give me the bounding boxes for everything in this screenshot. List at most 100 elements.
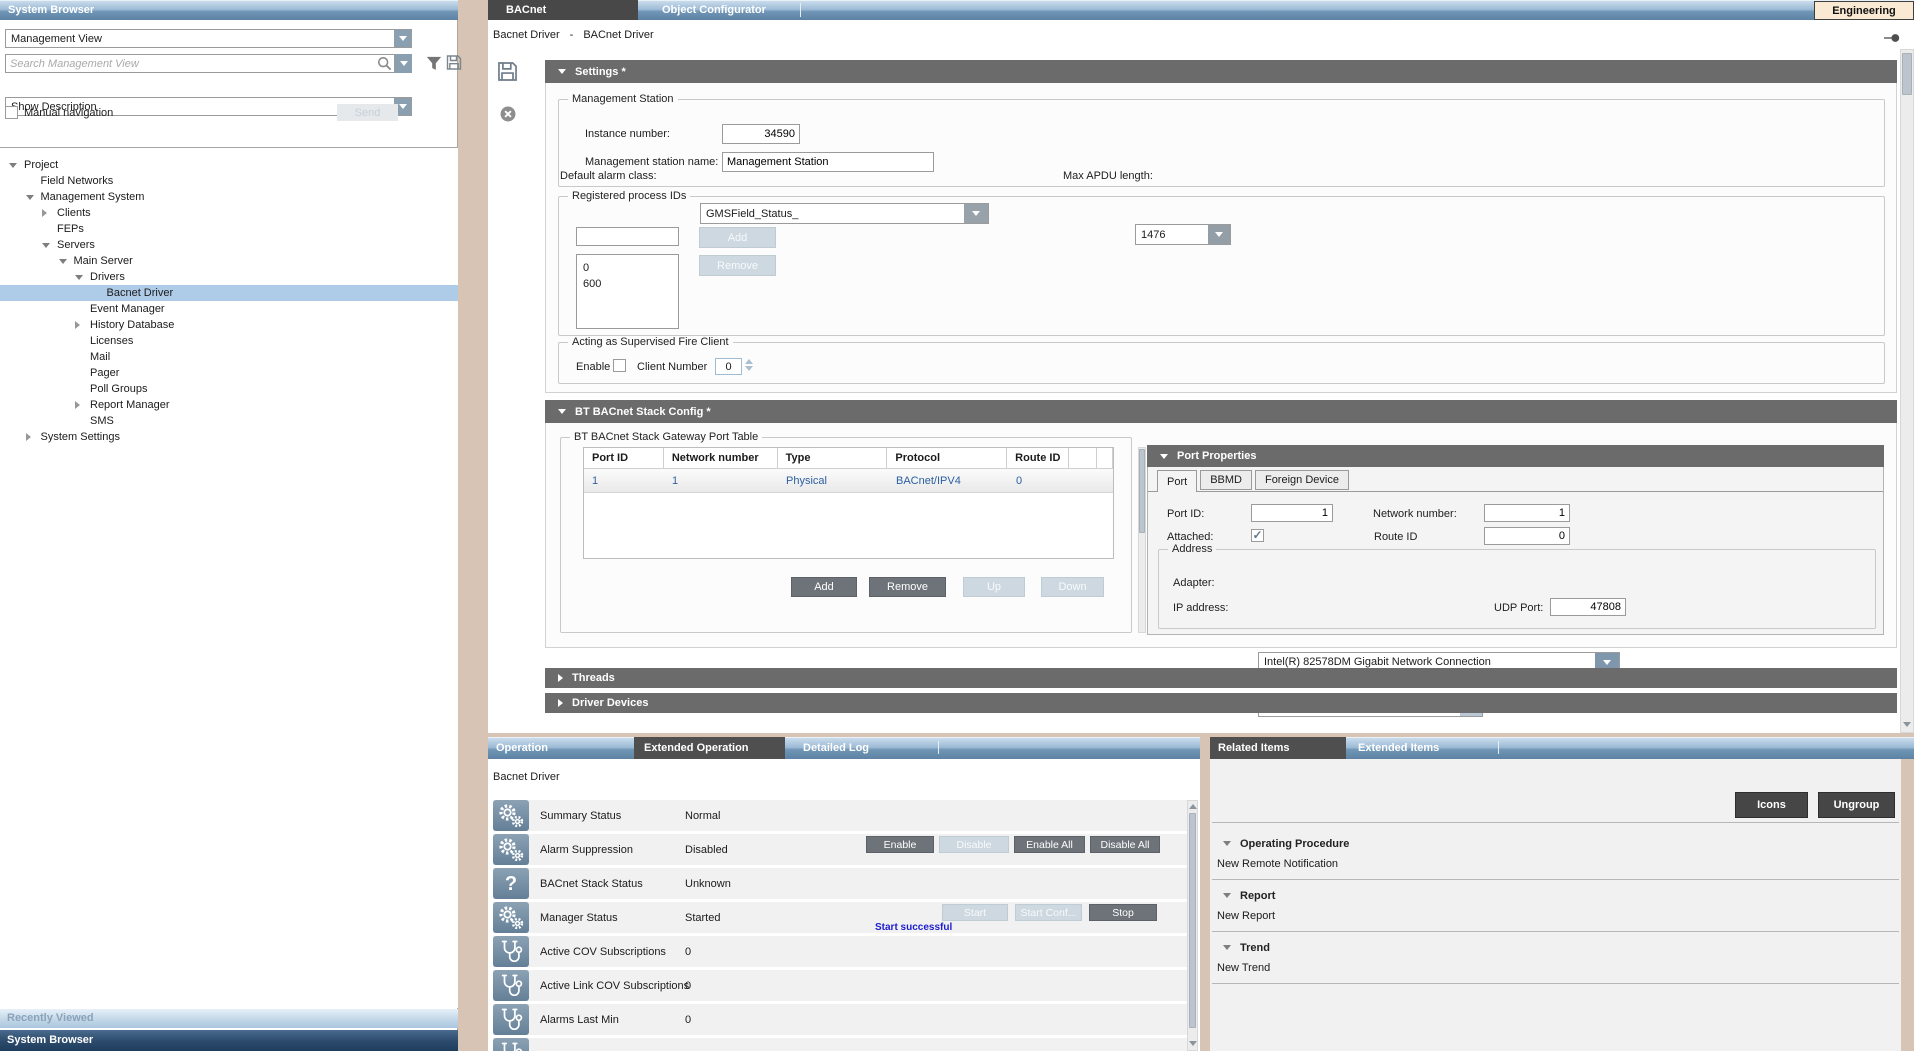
view-selector[interactable]: Management View: [5, 29, 412, 48]
tab-extended-items[interactable]: Extended Items: [1346, 737, 1498, 759]
tree-item-project[interactable]: Project: [0, 157, 458, 173]
attached-checkbox[interactable]: ✓: [1251, 529, 1264, 542]
table-scrollbar[interactable]: [1138, 447, 1146, 633]
tree-item-pager[interactable]: Pager: [0, 365, 458, 381]
tree-item-sms[interactable]: SMS: [0, 413, 458, 429]
tab-object-configurator[interactable]: Object Configurator: [638, 0, 798, 20]
related-item-link[interactable]: New Trend: [1212, 962, 1899, 974]
breadcrumb-node[interactable]: Bacnet Driver: [493, 29, 560, 41]
tab-related-items[interactable]: Related Items: [1210, 737, 1346, 759]
settings-section-header[interactable]: Settings *: [545, 60, 1897, 83]
process-id-item[interactable]: 0: [577, 260, 678, 276]
port-id-field[interactable]: [1251, 504, 1333, 522]
start-button[interactable]: Start: [942, 904, 1008, 921]
tree-item-report-manager[interactable]: Report Manager: [0, 397, 458, 413]
tab-operation[interactable]: Operation: [488, 737, 634, 759]
threads-section-header[interactable]: Threads: [545, 668, 1897, 688]
save-icon[interactable]: [497, 60, 518, 86]
send-button[interactable]: Send: [337, 104, 398, 121]
process-id-list[interactable]: 0600: [576, 254, 679, 329]
route-id-field[interactable]: [1484, 527, 1570, 545]
engineering-mode-badge[interactable]: Engineering: [1814, 1, 1914, 20]
tree-item-system-settings[interactable]: System Settings: [0, 429, 458, 445]
process-id-input[interactable]: [576, 227, 679, 246]
tree-item-servers[interactable]: Servers: [0, 237, 458, 253]
tab-bbmd[interactable]: BBMD: [1200, 470, 1252, 490]
up-button[interactable]: Up: [963, 577, 1025, 597]
chevron-down-icon[interactable]: [26, 195, 41, 200]
related-group-header[interactable]: Trend: [1212, 939, 1899, 956]
tree-item-field-networks[interactable]: Field Networks: [0, 173, 458, 189]
chevron-right-icon[interactable]: [42, 209, 57, 217]
station-name-field[interactable]: [722, 152, 934, 172]
breadcrumb-node[interactable]: BACnet Driver: [583, 29, 653, 41]
tree-item-feps[interactable]: FEPs: [0, 221, 458, 237]
tab-extended-operation[interactable]: Extended Operation: [634, 737, 785, 759]
tree-item-clients[interactable]: Clients: [0, 205, 458, 221]
tab-port[interactable]: Port: [1157, 470, 1197, 492]
client-number-stepper[interactable]: 0: [715, 358, 742, 375]
tree-item-main-server[interactable]: Main Server: [0, 253, 458, 269]
pin-icon[interactable]: [1884, 33, 1900, 46]
column-header-type[interactable]: Type: [778, 448, 888, 468]
chevron-down-icon[interactable]: [75, 275, 90, 280]
disable-all-button[interactable]: Disable All: [1090, 836, 1160, 853]
remove-button[interactable]: Remove: [869, 577, 946, 597]
main-scrollbar[interactable]: [1900, 49, 1914, 733]
down-button[interactable]: Down: [1041, 577, 1104, 597]
column-header-route-id[interactable]: Route ID: [1007, 448, 1069, 468]
stack-config-section-header[interactable]: BT BACnet Stack Config *: [545, 400, 1897, 423]
system-browser-bottom-bar[interactable]: System Browser: [0, 1030, 458, 1051]
chevron-right-icon[interactable]: [75, 401, 90, 409]
tree-item-mail[interactable]: Mail: [0, 349, 458, 365]
search-icon[interactable]: [377, 56, 392, 74]
fire-enable-checkbox[interactable]: [613, 359, 626, 372]
ungroup-button[interactable]: Ungroup: [1818, 792, 1895, 818]
chevron-down-icon[interactable]: [9, 163, 24, 168]
add-button[interactable]: Add: [791, 577, 857, 597]
process-id-item[interactable]: 600: [577, 276, 678, 292]
tab-foreign-device[interactable]: Foreign Device: [1255, 470, 1349, 490]
save-filter-icon[interactable]: [446, 54, 462, 74]
tree-item-drivers[interactable]: Drivers: [0, 269, 458, 285]
system-browser-header[interactable]: System Browser: [0, 0, 458, 20]
remove-process-id-button[interactable]: Remove: [699, 255, 776, 276]
related-item-link[interactable]: New Remote Notification: [1212, 858, 1899, 870]
add-process-id-button[interactable]: Add: [699, 227, 776, 248]
column-header-protocol[interactable]: Protocol: [887, 448, 1007, 468]
search-input[interactable]: [5, 54, 395, 73]
tree-item-event-manager[interactable]: Event Manager: [0, 301, 458, 317]
driver-devices-section-header[interactable]: Driver Devices: [545, 693, 1897, 713]
chevron-down-icon[interactable]: [42, 243, 57, 248]
tab-detailed-log[interactable]: Detailed Log: [785, 737, 935, 759]
column-header-network-number[interactable]: Network number: [664, 448, 778, 468]
udp-port-field[interactable]: [1550, 598, 1626, 616]
chevron-right-icon[interactable]: [75, 321, 90, 329]
related-group-header[interactable]: Operating Procedure: [1212, 835, 1899, 852]
table-row[interactable]: 11PhysicalBACnet/IPV40: [584, 469, 1113, 493]
port-properties-header[interactable]: Port Properties: [1147, 445, 1884, 467]
stepper-arrows-icon[interactable]: [745, 359, 753, 371]
operation-scrollbar[interactable]: [1187, 800, 1198, 1051]
chevron-right-icon[interactable]: [26, 433, 41, 441]
start-conf-button[interactable]: Start Conf...: [1015, 904, 1082, 921]
enable-button[interactable]: Enable: [866, 836, 934, 853]
stop-button[interactable]: Stop: [1089, 904, 1157, 921]
chevron-down-icon[interactable]: [394, 30, 411, 47]
column-header-port-id[interactable]: Port ID: [584, 448, 664, 468]
network-number-field[interactable]: [1484, 504, 1570, 522]
search-options-chevron-icon[interactable]: [395, 54, 412, 73]
tree-item-history-database[interactable]: History Database: [0, 317, 458, 333]
tree-item-licenses[interactable]: Licenses: [0, 333, 458, 349]
icons-button[interactable]: Icons: [1735, 792, 1808, 818]
filter-icon[interactable]: [426, 56, 442, 74]
related-group-header[interactable]: Report: [1212, 887, 1899, 904]
related-item-link[interactable]: New Report: [1212, 910, 1899, 922]
enable-all-button[interactable]: Enable All: [1014, 836, 1085, 853]
tab-bacnet[interactable]: BACnet: [488, 0, 638, 20]
cancel-icon[interactable]: [500, 106, 516, 125]
tree-item-bacnet-driver[interactable]: Bacnet Driver: [0, 285, 458, 301]
recently-viewed-bar[interactable]: Recently Viewed: [0, 1009, 458, 1028]
tree-item-poll-groups[interactable]: Poll Groups: [0, 381, 458, 397]
instance-number-field[interactable]: [722, 124, 800, 144]
